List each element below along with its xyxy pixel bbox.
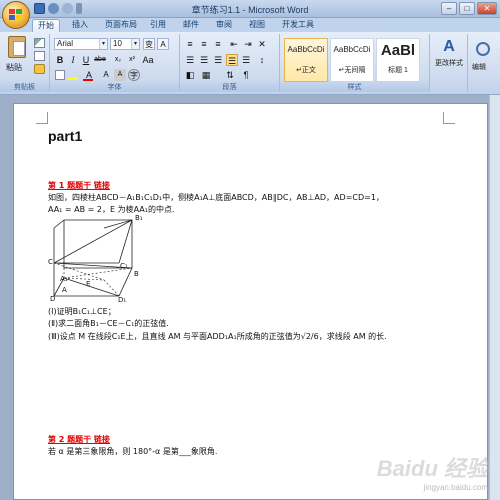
chevron-down-icon: ▾ <box>99 39 107 49</box>
paragraph-group: ≡ ≡ ≡ ⇤ ⇥ ✕ ☰ ☰ ☰ ☰ ☰ ↕ ◧ ▦ ⇅ ¶ 段落 <box>180 34 280 92</box>
chevron-down-icon: ▾ <box>131 39 139 49</box>
tab-review[interactable]: 审阅 <box>216 19 232 30</box>
italic-button[interactable]: I <box>67 54 79 66</box>
title-bar: 章节练习1.1 - Microsoft Word – □ ✕ <box>0 0 500 18</box>
justify-icon[interactable]: ☰ <box>226 54 238 66</box>
crop-mark <box>443 112 455 124</box>
tab-view[interactable]: 视图 <box>249 19 265 30</box>
superscript-button[interactable]: x² <box>126 54 138 66</box>
font-color-button[interactable]: A <box>83 69 95 81</box>
underline-button[interactable]: U <box>80 54 92 66</box>
char-border-button[interactable]: A <box>157 38 169 50</box>
change-styles-group: A 更改样式 <box>430 34 468 92</box>
tab-home[interactable]: 开始 <box>32 19 60 32</box>
char-shading-button[interactable]: A <box>114 69 126 81</box>
undo-icon[interactable] <box>48 3 59 14</box>
minimize-button[interactable]: – <box>441 2 457 15</box>
label-a1: A₁ <box>60 275 68 283</box>
find-icon[interactable] <box>476 42 490 56</box>
question-1-line-2: AA₁ = AB = 2，E 为棱AA₁的中点. <box>48 205 175 214</box>
text-effects-icon <box>55 70 65 80</box>
editing-group: 编辑 <box>468 34 500 92</box>
vertical-scrollbar[interactable] <box>489 95 500 500</box>
question-1-heading[interactable]: 第 1 题题干 链接 <box>48 180 110 191</box>
subscript-button[interactable]: x₂ <box>112 54 124 66</box>
save-icon[interactable] <box>34 3 45 14</box>
show-marks-icon[interactable]: ¶ <box>240 69 252 81</box>
change-styles-button[interactable]: A 更改样式 <box>434 36 464 76</box>
paste-button[interactable]: 粘贴 <box>4 36 30 72</box>
shading-icon[interactable]: ◧ <box>184 69 196 81</box>
office-logo-icon <box>9 9 22 20</box>
prism-figure <box>53 219 133 297</box>
tab-mailings[interactable]: 邮件 <box>183 19 199 30</box>
font-name-dropdown[interactable]: Arial ▾ <box>54 38 108 50</box>
phonetic-guide-button[interactable]: 变 <box>143 38 155 50</box>
tab-insert[interactable]: 插入 <box>72 19 88 30</box>
redo-icon[interactable] <box>62 3 73 14</box>
bold-button[interactable]: B <box>54 54 66 66</box>
baidu-watermark: Baidu 经验 jingyan.baidu.com <box>376 456 488 492</box>
format-painter-icon[interactable] <box>34 64 45 74</box>
customize-qat-icon[interactable] <box>76 3 82 14</box>
label-e: E <box>86 280 91 288</box>
question-2-heading[interactable]: 第 2 题题干 链接 <box>48 434 110 445</box>
grow-font-button[interactable]: A <box>100 69 112 81</box>
align-right-icon[interactable]: ☰ <box>212 54 224 66</box>
editing-button[interactable]: 编辑 <box>472 62 486 72</box>
question-1-part-2: (Ⅱ)求二面角B₁－CE－C₁的正弦值. <box>48 319 169 328</box>
highlighter-icon <box>68 77 78 80</box>
label-c: C <box>48 258 53 266</box>
cut-icon[interactable] <box>34 38 45 48</box>
style-heading-1[interactable]: AaBl 标题 1 <box>376 38 420 82</box>
copy-icon[interactable] <box>34 51 45 61</box>
label-b1: B₁ <box>135 214 143 222</box>
text-effects-button[interactable] <box>54 69 66 81</box>
font-group: Arial ▾ 10 ▾ 变 A B I U abe x₂ x² Aa A A A … <box>50 34 180 92</box>
part-title: part1 <box>48 128 83 144</box>
label-d: D <box>50 295 56 303</box>
style-normal[interactable]: AaBbCcDi ↵正文 <box>284 38 328 82</box>
styles-group: AaBbCcDi ↵正文 AaBbCcDi ↵无间隔 AaBl 标题 1 样式 <box>280 34 430 92</box>
borders-icon[interactable]: ▦ <box>200 69 212 81</box>
office-button[interactable] <box>2 1 30 29</box>
numbering-icon[interactable]: ≡ <box>198 38 210 50</box>
question-1-part-3: (Ⅲ)设点 M 在线段C₁E上，且直线 AM 与平面ADD₁A₁所成角的正弦值为… <box>48 332 387 341</box>
line-spacing-icon[interactable]: ↕ <box>256 54 268 66</box>
change-styles-icon: A <box>443 38 455 55</box>
multilevel-list-icon[interactable]: ≡ <box>212 38 224 50</box>
label-d1: D₁ <box>118 296 127 304</box>
strikethrough-button[interactable]: abe <box>94 54 106 66</box>
style-no-spacing[interactable]: AaBbCcDi ↵无间隔 <box>330 38 374 82</box>
maximize-button[interactable]: □ <box>459 2 475 15</box>
question-2-line-1: 若 α 是第三象限角，则 180°-α 是第___象限角. <box>48 447 218 456</box>
chinese-layout-icon[interactable]: ✕ <box>256 38 268 50</box>
label-b: B <box>134 270 139 278</box>
close-button[interactable]: ✕ <box>477 2 497 15</box>
crop-mark <box>36 112 48 124</box>
ribbon: 粘贴 剪贴板 Arial ▾ 10 ▾ 变 A B I U abe x₂ x² Aa… <box>0 32 500 95</box>
decrease-indent-icon[interactable]: ⇤ <box>228 38 240 50</box>
font-size-dropdown[interactable]: 10 ▾ <box>110 38 140 50</box>
label-a: A <box>62 286 67 294</box>
quick-access-toolbar <box>34 3 82 14</box>
enclose-chars-button[interactable]: 字 <box>128 69 140 81</box>
bullets-icon[interactable]: ≡ <box>184 38 196 50</box>
distributed-icon[interactable]: ☰ <box>240 54 252 66</box>
align-center-icon[interactable]: ☰ <box>198 54 210 66</box>
tab-references[interactable]: 引用 <box>150 19 166 30</box>
clipboard-group: 粘贴 剪贴板 <box>0 34 50 92</box>
tab-developer[interactable]: 开发工具 <box>282 19 314 30</box>
question-1-part-1: (Ⅰ)证明B₁C₁⊥CE； <box>48 307 116 316</box>
question-1-line-1: 如图，四棱柱ABCD－A₁B₁C₁D₁中，侧棱A₁A⊥底面ABCD，AB∥DC，… <box>48 193 384 202</box>
increase-indent-icon[interactable]: ⇥ <box>242 38 254 50</box>
label-c1: C₁ <box>120 262 128 270</box>
sort-icon[interactable]: ⇅ <box>224 69 236 81</box>
change-case-button[interactable]: Aa <box>142 54 154 66</box>
align-left-icon[interactable]: ☰ <box>184 54 196 66</box>
highlight-button[interactable] <box>68 69 80 81</box>
ribbon-tabs: 开始 插入 页面布局 引用 邮件 审阅 视图 开发工具 <box>0 18 500 32</box>
tab-page-layout[interactable]: 页面布局 <box>105 19 137 30</box>
